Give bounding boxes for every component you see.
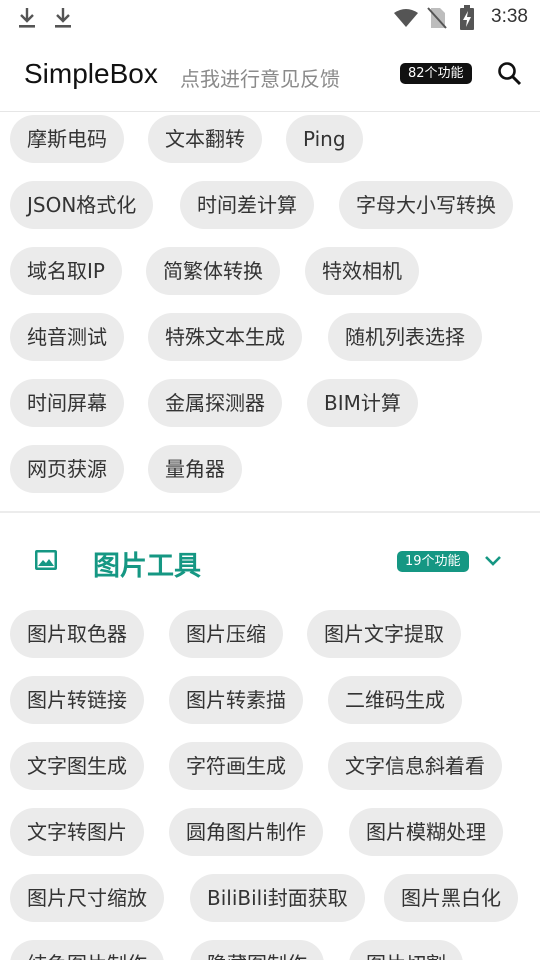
- tool-chip[interactable]: 图片黑白化: [384, 874, 518, 922]
- battery-charging-icon: [460, 5, 474, 30]
- tool-chip[interactable]: BIM计算: [307, 379, 418, 427]
- clock: 3:38: [491, 6, 528, 27]
- tool-chip[interactable]: 域名取IP: [10, 247, 122, 295]
- section-divider: [0, 511, 540, 513]
- tool-chip[interactable]: 二维码生成: [328, 676, 462, 724]
- feature-count-badge: 82个功能: [400, 63, 472, 84]
- tool-chip[interactable]: 金属探测器: [148, 379, 282, 427]
- tool-chip[interactable]: 图片转素描: [169, 676, 303, 724]
- tool-chip[interactable]: Ping: [286, 115, 363, 163]
- tool-chip[interactable]: 随机列表选择: [328, 313, 482, 361]
- section-title: 图片工具: [93, 551, 201, 582]
- tool-chip[interactable]: 图片取色器: [10, 610, 144, 658]
- tool-chip[interactable]: 时间屏幕: [10, 379, 124, 427]
- tool-chip[interactable]: 隐藏图制作: [190, 940, 324, 960]
- wifi-icon: [394, 9, 418, 27]
- section-count-badge: 19个功能: [397, 551, 469, 572]
- tool-chip[interactable]: 图片转链接: [10, 676, 144, 724]
- tool-chip[interactable]: 字符画生成: [169, 742, 303, 790]
- tool-chip[interactable]: 文本翻转: [148, 115, 262, 163]
- tool-chip[interactable]: 图片尺寸缩放: [10, 874, 164, 922]
- tool-chip[interactable]: 图片压缩: [169, 610, 283, 658]
- tool-chip[interactable]: 摩斯电码: [10, 115, 124, 163]
- no-sim-icon: [427, 7, 447, 29]
- tool-chip[interactable]: 字母大小写转换: [339, 181, 513, 229]
- tool-chip[interactable]: 纯音测试: [10, 313, 124, 361]
- feedback-link[interactable]: 点我进行意见反馈: [180, 63, 340, 92]
- app-title: SimpleBox: [24, 58, 158, 89]
- app-bar: SimpleBox 点我进行意见反馈 82个功能: [0, 36, 540, 112]
- tool-chip[interactable]: 圆角图片制作: [169, 808, 323, 856]
- image-icon: [35, 550, 57, 570]
- tool-chip[interactable]: 图片文字提取: [307, 610, 461, 658]
- status-bar: 3:38: [0, 0, 540, 36]
- download-icon: [19, 8, 35, 28]
- tool-chip[interactable]: 文字信息斜着看: [328, 742, 502, 790]
- tool-chip[interactable]: BiliBili封面获取: [190, 874, 365, 922]
- search-icon[interactable]: [496, 60, 524, 88]
- tool-chip[interactable]: 网页获源: [10, 445, 124, 493]
- tool-chip[interactable]: 文字图生成: [10, 742, 144, 790]
- image-tools-header[interactable]: 图片工具 19个功能: [0, 536, 540, 588]
- tool-chip[interactable]: JSON格式化: [10, 181, 154, 229]
- tool-chip[interactable]: 图片切割: [349, 940, 463, 960]
- tool-chip[interactable]: 量角器: [148, 445, 242, 493]
- tool-chip[interactable]: 图片模糊处理: [349, 808, 503, 856]
- tool-chip[interactable]: 简繁体转换: [146, 247, 280, 295]
- tool-chip[interactable]: 时间差计算: [180, 181, 314, 229]
- tool-chip[interactable]: 文字转图片: [10, 808, 144, 856]
- chevron-down-icon[interactable]: [482, 550, 504, 572]
- download-icon: [55, 8, 71, 28]
- tool-chip[interactable]: 特殊文本生成: [148, 313, 302, 361]
- tool-chip[interactable]: 特效相机: [305, 247, 419, 295]
- tool-chip[interactable]: 纯色图片制作: [10, 940, 164, 960]
